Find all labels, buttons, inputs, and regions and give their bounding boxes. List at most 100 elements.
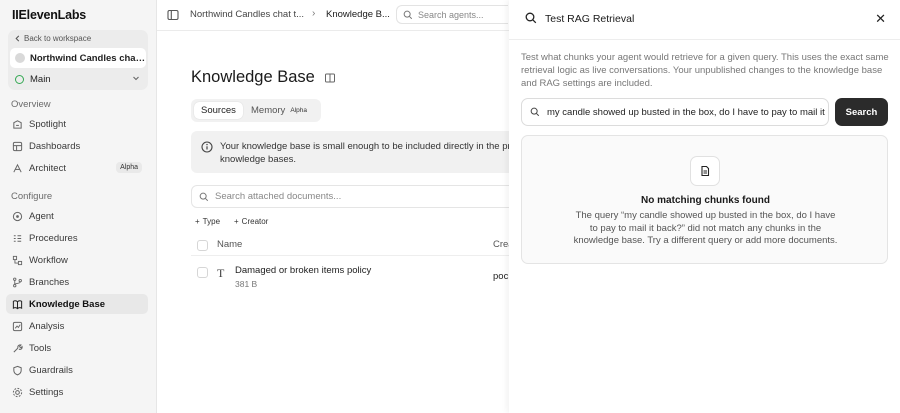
workspace-card: Back to workspace Northwind Candles chat… bbox=[8, 30, 148, 90]
agent-avatar bbox=[15, 53, 25, 63]
branch-status-icon bbox=[15, 74, 24, 84]
info-icon bbox=[201, 141, 213, 153]
sidebar-item-procedures[interactable]: Procedures bbox=[6, 228, 148, 248]
dashboard-icon bbox=[12, 141, 23, 151]
source-tabs: Sources Memory Alpha bbox=[191, 99, 321, 122]
book-icon[interactable] bbox=[324, 72, 336, 84]
sidebar-item-label: Guardrails bbox=[29, 364, 73, 376]
breadcrumb-separator: › bbox=[312, 8, 316, 19]
sidebar-item-label: Workflow bbox=[29, 254, 68, 266]
sidebar-item-workflow[interactable]: Workflow bbox=[6, 250, 148, 270]
plus-icon: + bbox=[195, 216, 200, 226]
breadcrumb-agent[interactable]: Northwind Candles chat t... bbox=[190, 9, 304, 20]
agent-search-input[interactable]: Search agents... bbox=[396, 5, 508, 24]
panel-title: Test RAG Retrieval bbox=[545, 13, 635, 25]
architect-icon bbox=[13, 163, 22, 172]
top-bar: Northwind Candles chat t... › Knowledge … bbox=[157, 0, 509, 31]
shield-icon bbox=[13, 365, 22, 375]
filter-label: Type bbox=[202, 216, 221, 226]
document-creator: poc bbox=[493, 271, 509, 282]
agent-name: Northwind Candles chat t... bbox=[30, 52, 146, 64]
search-placeholder: Search agents... bbox=[418, 9, 484, 20]
tab-sources[interactable]: Sources bbox=[194, 102, 243, 119]
workflow-icon bbox=[12, 255, 23, 265]
overview-section-title: Overview bbox=[11, 99, 51, 110]
select-all-checkbox[interactable] bbox=[197, 240, 208, 251]
close-icon[interactable]: ✕ bbox=[875, 11, 886, 27]
info-callout: Your knowledge base is small enough to b… bbox=[191, 131, 509, 173]
type-filter-button[interactable]: + Type bbox=[194, 214, 221, 228]
query-value: my candle showed up busted in the box, d… bbox=[547, 106, 828, 118]
agent-icon bbox=[12, 211, 23, 221]
page-title-text: Knowledge Base bbox=[191, 68, 315, 86]
callout-text: Your knowledge base is small enough to b… bbox=[220, 141, 509, 165]
alpha-badge: Alpha bbox=[116, 162, 142, 173]
sidebar: IIElevenLabs Back to workspace Northwind… bbox=[0, 0, 157, 413]
result-title: No matching chunks found bbox=[641, 195, 770, 206]
text-document-icon: T bbox=[217, 266, 225, 280]
back-to-workspace-link[interactable]: Back to workspace bbox=[14, 34, 91, 43]
tab-memory[interactable]: Memory Alpha bbox=[244, 102, 314, 119]
sidebar-toggle-icon[interactable] bbox=[167, 9, 179, 21]
document-icon-container bbox=[690, 156, 720, 186]
panel-description: Test what chunks your agent would retrie… bbox=[521, 52, 889, 89]
sidebar-item-label: Dashboards bbox=[29, 140, 81, 152]
page-title: Knowledge Base bbox=[191, 68, 336, 87]
sidebar-item-label: Agent bbox=[29, 210, 54, 222]
alpha-badge: Alpha bbox=[290, 107, 307, 114]
search-button[interactable]: Search bbox=[835, 98, 888, 126]
search-icon bbox=[403, 10, 413, 19]
gear-icon bbox=[12, 387, 23, 397]
chevron-down-icon bbox=[133, 76, 139, 81]
sidebar-item-analysis[interactable]: Analysis bbox=[6, 316, 148, 336]
result-message: The query “my candle showed up busted in… bbox=[573, 210, 838, 246]
document-icon bbox=[701, 165, 710, 177]
document-search-input[interactable]: Search attached documents... bbox=[191, 185, 509, 208]
column-header-name[interactable]: Name bbox=[217, 239, 242, 250]
sidebar-item-tools[interactable]: Tools bbox=[6, 338, 148, 358]
creator-filter-button[interactable]: + Creator bbox=[233, 214, 269, 228]
sidebar-item-guardrails[interactable]: Guardrails bbox=[6, 360, 148, 380]
sidebar-item-label: Architect bbox=[29, 162, 66, 174]
sidebar-item-architect[interactable]: Architect Alpha bbox=[6, 158, 148, 178]
procedures-icon bbox=[13, 234, 22, 242]
sidebar-item-spotlight[interactable]: Spotlight bbox=[6, 114, 148, 134]
branch-selector[interactable]: Main bbox=[10, 69, 146, 89]
plus-icon: + bbox=[234, 216, 239, 226]
sidebar-item-agent[interactable]: Agent bbox=[6, 206, 148, 226]
configure-section-title: Configure bbox=[11, 191, 53, 202]
row-checkbox[interactable] bbox=[197, 267, 208, 278]
document-size: 381 B bbox=[235, 279, 258, 289]
sidebar-item-branches[interactable]: Branches bbox=[6, 272, 148, 292]
sidebar-item-label: Branches bbox=[29, 276, 70, 288]
tab-label: Sources bbox=[201, 105, 236, 116]
rag-test-panel: Test RAG Retrieval ✕ Test what chunks yo… bbox=[509, 0, 900, 413]
sidebar-item-knowledge-base[interactable]: Knowledge Base bbox=[6, 294, 148, 314]
sidebar-item-settings[interactable]: Settings bbox=[6, 382, 148, 402]
search-icon bbox=[530, 107, 540, 117]
query-input[interactable]: my candle showed up busted in the box, d… bbox=[521, 98, 829, 126]
main-content: Knowledge Base Sources Memory Alpha Your… bbox=[157, 31, 509, 413]
column-header-created[interactable]: Crea bbox=[493, 239, 509, 250]
spotlight-icon bbox=[13, 119, 22, 129]
search-icon bbox=[525, 12, 537, 24]
table-header: Name Crea bbox=[191, 234, 509, 256]
tab-label: Memory bbox=[251, 105, 286, 116]
panel-header: Test RAG Retrieval ✕ bbox=[509, 0, 900, 40]
result-card: No matching chunks found The query “my c… bbox=[521, 135, 888, 264]
sidebar-item-dashboards[interactable]: Dashboards bbox=[6, 136, 148, 156]
breadcrumb-current[interactable]: Knowledge B... bbox=[326, 9, 390, 20]
search-placeholder: Search attached documents... bbox=[215, 191, 342, 202]
sidebar-item-label: Knowledge Base bbox=[29, 298, 106, 310]
search-icon bbox=[199, 192, 209, 201]
tools-icon bbox=[13, 343, 23, 353]
logo: IIElevenLabs bbox=[12, 8, 87, 22]
table-row[interactable]: T Damaged or broken items policy 381 B p… bbox=[191, 259, 509, 293]
chevron-left-icon bbox=[15, 35, 20, 42]
book-icon bbox=[12, 299, 23, 309]
filter-label: Creator bbox=[241, 216, 269, 226]
document-name[interactable]: Damaged or broken items policy bbox=[235, 265, 371, 276]
analysis-icon bbox=[12, 321, 23, 331]
agent-selector[interactable]: Northwind Candles chat t... bbox=[10, 48, 146, 68]
branches-icon bbox=[13, 277, 22, 287]
